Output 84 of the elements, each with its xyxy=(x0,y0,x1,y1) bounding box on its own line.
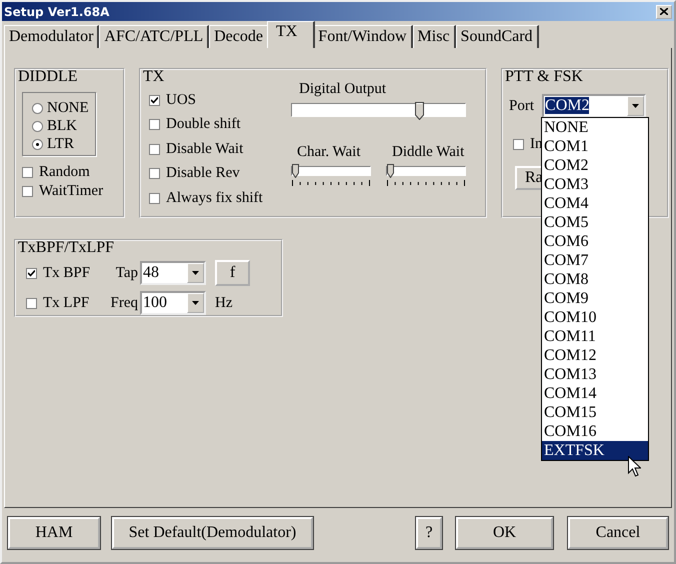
group-title: TxBPF/TxLPF xyxy=(18,241,116,255)
tab[interactable]: Misc xyxy=(412,25,456,48)
group-title: DIDDLE xyxy=(18,70,79,84)
slider-track[interactable] xyxy=(291,166,371,176)
close-icon xyxy=(660,8,668,15)
checkbox-label: Double shift xyxy=(166,116,241,134)
list-item[interactable]: COM1 xyxy=(542,137,648,156)
field-label: Freq xyxy=(110,294,138,312)
checkbox-label: Random xyxy=(39,164,90,181)
list-item[interactable]: COM4 xyxy=(542,194,648,213)
tab[interactable]: Font/Window xyxy=(313,25,413,48)
checkbox[interactable] xyxy=(22,167,33,178)
checkbox[interactable] xyxy=(26,268,37,278)
dropdown-arrow-button[interactable] xyxy=(627,96,644,116)
checkbox[interactable] xyxy=(22,186,33,197)
tab[interactable]: Demodulator xyxy=(4,25,100,48)
button[interactable]: ? xyxy=(416,517,442,549)
list-item[interactable]: COM14 xyxy=(542,384,648,403)
list-item[interactable]: COM5 xyxy=(542,213,648,232)
radio-label: NONE xyxy=(47,100,89,116)
caret-icon xyxy=(192,301,199,305)
checkbox-label: Tx BPF xyxy=(43,264,90,282)
list-item[interactable]: COM8 xyxy=(542,270,648,289)
selected-text: COM2 xyxy=(545,97,590,114)
slider-label: Digital Output xyxy=(298,80,388,98)
slider-label: Diddle Wait xyxy=(391,143,466,161)
dropdown-arrow-button[interactable] xyxy=(187,263,204,283)
group-title: TX xyxy=(143,70,166,84)
field-label: Tap xyxy=(114,264,138,282)
button[interactable]: OK xyxy=(456,517,553,549)
checkbox[interactable] xyxy=(149,144,160,155)
list-item[interactable]: COM11 xyxy=(542,327,648,346)
button[interactable]: f xyxy=(215,260,250,286)
slider-thumb[interactable] xyxy=(386,164,395,178)
radio-button[interactable] xyxy=(32,102,43,114)
tab[interactable]: SoundCard xyxy=(456,25,539,48)
close-button[interactable] xyxy=(656,4,672,18)
checkbox[interactable] xyxy=(149,94,160,106)
unit-label: Hz xyxy=(215,294,232,312)
slider-track[interactable] xyxy=(291,103,466,117)
list-item[interactable]: NONE xyxy=(542,118,648,137)
checkbox-label: WaitTimer xyxy=(39,183,104,200)
dropdown[interactable]: 100 xyxy=(140,291,206,315)
port-label: Port xyxy=(509,98,534,114)
slider-thumb[interactable] xyxy=(415,102,424,120)
group-title: PTT & FSK xyxy=(505,70,584,84)
button[interactable]: HAM xyxy=(8,517,100,549)
list-item[interactable]: COM13 xyxy=(542,365,648,384)
radio-button[interactable] xyxy=(32,138,43,150)
list-item[interactable]: COM16 xyxy=(542,422,648,441)
window-title: Setup Ver1.68A xyxy=(4,4,110,18)
tab[interactable]: TX xyxy=(266,21,316,48)
dropdown[interactable]: 48 xyxy=(140,261,206,285)
list-item[interactable]: COM15 xyxy=(542,403,648,422)
button[interactable]: Set Default(Demodulator) xyxy=(112,517,313,549)
list-item[interactable]: COM9 xyxy=(542,289,648,308)
checkbox-label: Disable Wait xyxy=(166,140,244,158)
checkbox[interactable] xyxy=(513,139,524,150)
button[interactable]: Cancel xyxy=(568,517,668,549)
checkbox-label: UOS xyxy=(166,92,196,109)
checkbox[interactable] xyxy=(149,119,160,130)
checkbox[interactable] xyxy=(26,298,37,308)
dropdown-arrow-button[interactable] xyxy=(187,293,204,313)
slider-thumb[interactable] xyxy=(291,164,300,178)
checkbox[interactable] xyxy=(149,192,160,204)
checkbox[interactable] xyxy=(149,168,160,180)
port-dropdown[interactable]: COM2 xyxy=(542,94,646,118)
list-item[interactable]: COM10 xyxy=(542,308,648,327)
checkbox-label: Disable Rev xyxy=(166,165,240,182)
radio-label: LTR xyxy=(47,136,74,152)
radio-label: BLK xyxy=(47,118,77,134)
list-item[interactable]: COM6 xyxy=(542,232,648,251)
caret-icon xyxy=(632,104,640,108)
caret-icon xyxy=(192,271,199,275)
checkbox-label: Always fix shift xyxy=(166,190,263,207)
radio-button[interactable] xyxy=(32,120,43,132)
list-item[interactable]: COM7 xyxy=(542,251,648,270)
checkbox-label: Tx LPF xyxy=(43,294,90,312)
list-item[interactable]: EXTFSK xyxy=(542,441,648,460)
tab[interactable]: Decode xyxy=(209,25,269,48)
tab[interactable]: AFC/ATC/PLL xyxy=(99,25,210,48)
slider-label: Char. Wait xyxy=(296,143,362,161)
slider-track[interactable] xyxy=(386,166,466,176)
list-item[interactable]: COM12 xyxy=(542,346,648,365)
